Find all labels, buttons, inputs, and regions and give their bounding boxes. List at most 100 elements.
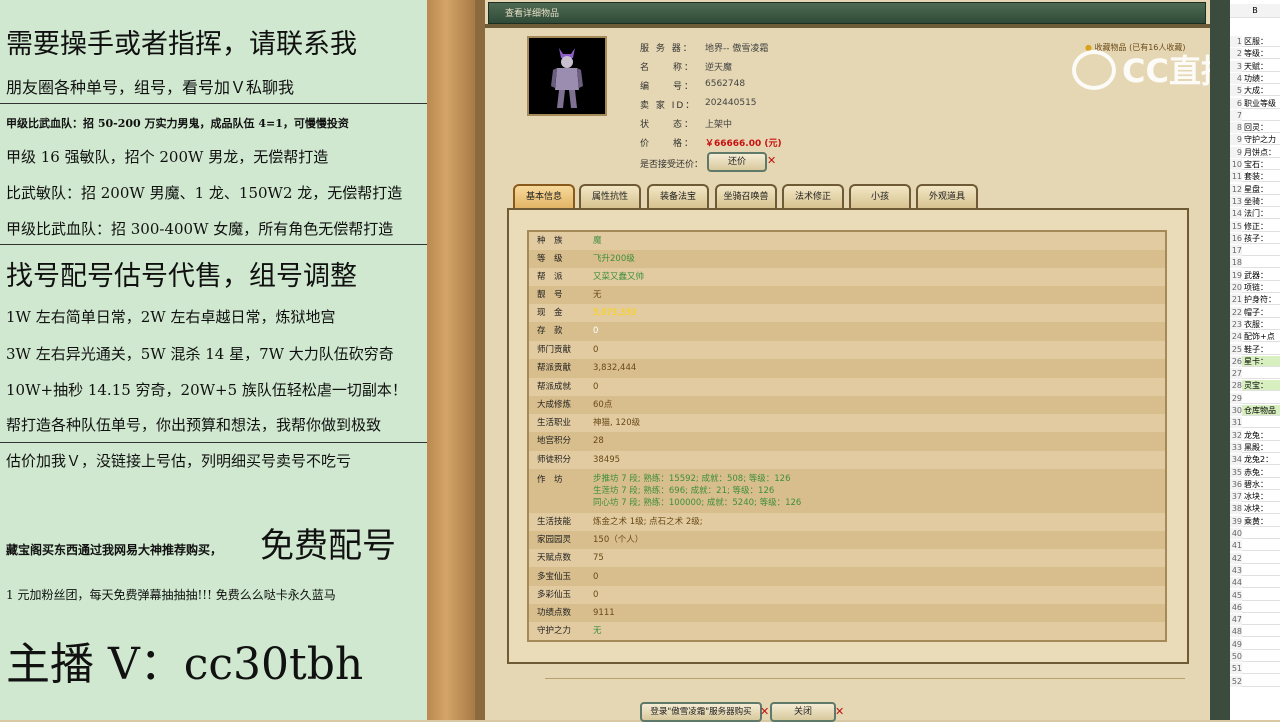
spreadsheet-row[interactable]: 40 <box>1230 528 1280 539</box>
table-row: 现 金 5,073,330 <box>529 304 1165 322</box>
bargain-button[interactable]: 还价 <box>707 152 767 172</box>
cell-text <box>1242 258 1244 267</box>
spreadsheet-row[interactable]: 44 <box>1230 577 1280 589</box>
spreadsheet-row[interactable]: 5 大成： <box>1230 85 1280 97</box>
row-number: 48 <box>1230 626 1242 638</box>
row-number: 35 <box>1230 466 1242 478</box>
spreadsheet-row[interactable]: 17 <box>1230 245 1280 257</box>
spreadsheet-row[interactable]: 49 <box>1230 638 1280 650</box>
spreadsheet-row[interactable]: 51 <box>1230 663 1280 675</box>
spreadsheet-row[interactable]: 13 坐骑： <box>1230 195 1280 207</box>
tab-attributes[interactable]: 属性抗性 <box>579 184 641 208</box>
cell-text: 天赋： <box>1244 61 1268 71</box>
spreadsheet-row[interactable]: 20 项链： <box>1230 282 1280 293</box>
row-value: 75 <box>593 553 604 563</box>
spreadsheet-row[interactable]: 9 守护之力 <box>1230 134 1280 146</box>
cell-text: 配饰+点 <box>1244 332 1275 342</box>
spreadsheet-row[interactable]: 50 <box>1230 651 1280 662</box>
spreadsheet-row[interactable]: 6 职业等级 <box>1230 97 1280 109</box>
tab-spell-modifiers[interactable]: 法术修正 <box>782 184 844 208</box>
spreadsheet-row[interactable]: 52 <box>1230 675 1280 687</box>
spreadsheet-row[interactable]: 15 修正： <box>1230 220 1280 232</box>
close-button[interactable]: 关闭 <box>770 702 836 722</box>
close-icon[interactable]: ✕ <box>760 705 769 718</box>
spreadsheet-row[interactable]: 43 <box>1230 564 1280 576</box>
spreadsheet-row[interactable]: 24 配饰+点 <box>1230 331 1280 343</box>
spreadsheet-row[interactable]: 29 <box>1230 392 1280 404</box>
spreadsheet-row[interactable]: 30 仓库物品 <box>1230 405 1280 416</box>
close-icon[interactable]: ✕ <box>835 705 844 718</box>
spreadsheet-row[interactable]: 19 武器： <box>1230 269 1280 281</box>
table-row: 师门贡献 0 <box>529 341 1165 359</box>
spreadsheet-row[interactable]: 48 <box>1230 626 1280 638</box>
cell-text <box>1242 652 1244 661</box>
spreadsheet-row[interactable]: 12 星盘： <box>1230 183 1280 195</box>
cell-text <box>1242 603 1244 612</box>
spreadsheet-row[interactable]: 36 碧水： <box>1230 478 1280 490</box>
cell-text <box>1242 554 1244 563</box>
spreadsheet-row[interactable]: 4 功绩： <box>1230 72 1280 84</box>
row-label: 大成修炼 <box>537 400 572 410</box>
spreadsheet-row[interactable]: 1 区服： <box>1230 36 1280 47</box>
column-header[interactable]: B <box>1230 4 1280 18</box>
row-number: 3 <box>1230 60 1242 72</box>
spreadsheet-row[interactable]: 8 回灵： <box>1230 122 1280 134</box>
spreadsheet-row[interactable]: 14 法门： <box>1230 208 1280 220</box>
buy-on-server-button[interactable]: 登录"傲雪凌霜"服务器购买 <box>640 702 762 722</box>
table-row: 靓 号无 <box>529 286 1165 304</box>
spreadsheet-row[interactable]: 41 <box>1230 540 1280 552</box>
spreadsheet-row[interactable]: 47 <box>1230 614 1280 626</box>
tab-children[interactable]: 小孩 <box>849 184 911 208</box>
row-number: 45 <box>1230 589 1242 601</box>
tab-mounts-pets[interactable]: 坐骑召唤兽 <box>715 184 777 208</box>
tab-equipment[interactable]: 装备法宝 <box>647 184 709 208</box>
character-portrait <box>527 36 607 116</box>
spreadsheet-row[interactable]: 38 冰块： <box>1230 503 1280 515</box>
spreadsheet-row[interactable]: 16 孩子： <box>1230 232 1280 244</box>
spreadsheet-row[interactable]: 11 套装： <box>1230 171 1280 183</box>
tab-basic-info[interactable]: 基本信息 <box>513 184 575 208</box>
spreadsheet-row[interactable]: 26 星卡： <box>1230 355 1280 367</box>
spreadsheet-row[interactable]: 27 <box>1230 368 1280 380</box>
spreadsheet-row[interactable]: 28 灵宝： <box>1230 380 1280 392</box>
spreadsheet-row[interactable]: 39 乘黄： <box>1230 515 1280 527</box>
spreadsheet-row[interactable]: 34 龙兔2： <box>1230 454 1280 466</box>
spreadsheet-row[interactable]: 21 护身符： <box>1230 294 1280 306</box>
cell-text <box>1242 615 1244 624</box>
close-icon[interactable]: ✕ <box>767 154 776 167</box>
row-value: 60点 <box>593 400 613 410</box>
overlay-line: 朋友圈各种单号，组号，看号加Ｖ私聊我 <box>6 78 295 97</box>
cell-text <box>1242 664 1244 673</box>
spreadsheet-row[interactable]: 31 <box>1230 417 1280 429</box>
spreadsheet-row[interactable]: 18 <box>1230 257 1280 269</box>
window-title-bar[interactable]: 查看详细物品 <box>488 2 1206 24</box>
spreadsheet-row[interactable]: 2 等级： <box>1230 48 1280 60</box>
row-number: 30 <box>1230 405 1242 416</box>
overlay-line: 甲级比武血队：招 300-400W 女魔，所有角色无偿帮打造 <box>6 220 394 238</box>
spreadsheet-row[interactable]: 22 帽子： <box>1230 306 1280 318</box>
spreadsheet-row[interactable]: 42 <box>1230 552 1280 564</box>
tab-appearance[interactable]: 外观道具 <box>916 184 978 208</box>
row-label: 帮派成就 <box>537 382 572 392</box>
row-number: 6 <box>1230 97 1242 109</box>
cell-text: 衣服： <box>1244 319 1268 329</box>
row-value: 又菜又蠢又帅 <box>593 272 645 282</box>
row-label: 生活技能 <box>537 517 572 527</box>
spreadsheet-row[interactable]: 46 <box>1230 601 1280 613</box>
spreadsheet-row[interactable]: 9 月饼点： <box>1230 146 1280 158</box>
spreadsheet-row[interactable]: 25 鞋子： <box>1230 343 1280 355</box>
spreadsheet-row[interactable]: 45 <box>1230 589 1280 601</box>
cell-text <box>1242 529 1244 538</box>
row-number: 16 <box>1230 232 1242 244</box>
row-value: 3,832,444 <box>593 363 637 373</box>
spreadsheet-row[interactable]: 23 衣服： <box>1230 318 1280 330</box>
spreadsheet-row[interactable]: 7 <box>1230 109 1280 121</box>
spreadsheet-row[interactable]: 32 龙兔： <box>1230 429 1280 441</box>
spreadsheet-row[interactable]: 33 黑殿： <box>1230 441 1280 453</box>
spreadsheet-row[interactable]: 10 宝石： <box>1230 159 1280 170</box>
spreadsheet-row[interactable]: 3 天赋： <box>1230 60 1280 72</box>
spreadsheet-row[interactable]: 35 赤兔： <box>1230 466 1280 478</box>
spreadsheet-row[interactable]: 37 冰块： <box>1230 491 1280 503</box>
row-label: 现 金 <box>537 308 563 318</box>
row-number: 15 <box>1230 220 1242 232</box>
